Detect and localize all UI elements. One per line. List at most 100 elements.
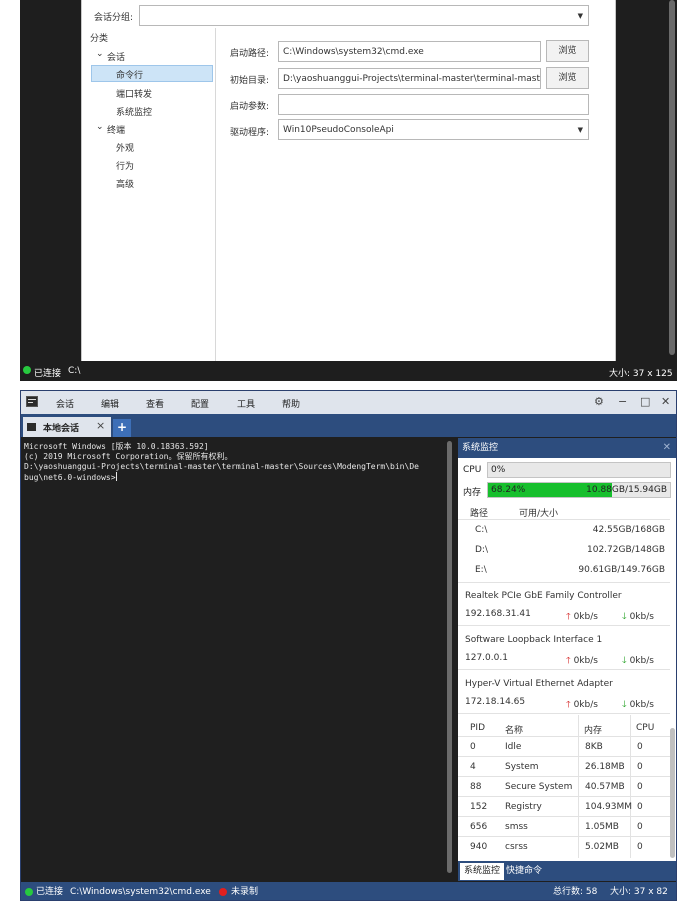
status-connected: 已连接	[36, 887, 64, 897]
proc-mem: 40.57MB	[585, 782, 625, 792]
net-name: Software Loopback Interface 1	[465, 635, 603, 645]
top-status-bar: 已连接 C:\ 大小: 37 x 125	[20, 361, 677, 381]
menu-help[interactable]: 帮助	[282, 397, 300, 410]
start-path-label: 启动路径:	[230, 49, 270, 59]
menu-edit[interactable]: 编辑	[101, 397, 119, 410]
net-down-value: 0kb/s	[629, 700, 654, 710]
settings-screenshot: 会话分组: ▼ 分类 ⌄ 会话 命令行 端口转发 系统监控 ⌄ 终端 外观 行为…	[20, 0, 677, 381]
status-recording[interactable]: 未录制	[231, 882, 258, 900]
proc-pid: 4	[470, 762, 476, 772]
proc-name: Secure System	[505, 782, 573, 792]
menu-tools[interactable]: 工具	[237, 397, 255, 410]
close-icon[interactable]: ✕	[663, 438, 671, 458]
driver-label: 驱动程序:	[230, 128, 270, 138]
add-tab-button[interactable]: +	[113, 419, 131, 437]
tree-item-cmdline: 命令行	[116, 71, 144, 81]
terminal-output[interactable]: Microsoft Windows [版本 10.0.18363.592] (c)…	[21, 437, 457, 882]
proc-cpu: 0	[637, 742, 643, 752]
proc-pid: 88	[470, 782, 482, 792]
args-input[interactable]	[278, 94, 589, 115]
chevron-down-icon[interactable]: ⌄	[96, 122, 104, 132]
proc-header-mem[interactable]: 内存	[584, 723, 602, 736]
terminal-line: Microsoft Windows [版本 10.0.18363.592]	[24, 442, 209, 451]
close-icon[interactable]: ✕	[661, 395, 670, 408]
proc-header-cpu[interactable]: CPU	[636, 723, 654, 733]
group-dropdown[interactable]: ▼	[139, 5, 589, 26]
chevron-down-icon[interactable]: ⌄	[96, 49, 104, 59]
proc-name: smss	[505, 822, 528, 832]
net-name: Hyper-V Virtual Ethernet Adapter	[465, 679, 613, 689]
init-dir-input[interactable]: D:\yaoshuanggui-Projects\terminal-master…	[278, 68, 541, 89]
net-down-value: 0kb/s	[629, 612, 654, 622]
start-path-input[interactable]: C:\Windows\system32\cmd.exe	[278, 41, 541, 62]
minimize-icon[interactable]: −	[618, 395, 627, 408]
process-scrollbar[interactable]	[670, 728, 675, 858]
tree-item-session[interactable]: 会话	[107, 50, 125, 63]
mem-size: 10.88GB/15.94GB	[586, 485, 667, 495]
category-tree: 分类 ⌄ 会话 命令行 端口转发 系统监控 ⌄ 终端 外观 行为 高级	[88, 28, 216, 370]
proc-header-name[interactable]: 名称	[505, 723, 523, 736]
arrow-up-icon: 🡑	[566, 656, 571, 666]
monitor-title: 系统监控	[462, 443, 499, 453]
arrow-down-icon: 🡓	[622, 700, 627, 710]
net-down: 🡓 0kb/s	[622, 697, 654, 713]
terminal-line: bug\net6.0-windows>	[24, 472, 454, 483]
proc-cpu: 0	[637, 842, 643, 852]
proc-pid: 940	[470, 842, 488, 852]
main-window: 会话 编辑 查看 配置 工具 帮助 ⚙ − □ ✕ 本地会话 × + Micro…	[20, 390, 677, 901]
tab-close-icon[interactable]: ×	[96, 419, 105, 432]
proc-pid: 0	[470, 742, 476, 752]
menu-session[interactable]: 会话	[56, 397, 74, 410]
proc-name: System	[505, 762, 539, 772]
tree-item-cmdline-selected[interactable]: 命令行	[91, 65, 213, 82]
group-label: 会话分组:	[94, 13, 134, 23]
mem-bar: 68.24% 10.88GB/15.94GB	[487, 482, 671, 498]
app-icon	[26, 396, 38, 407]
status-size: 大小: 37 x 82	[610, 887, 668, 897]
menu-bar: 会话 编辑 查看 配置 工具 帮助 ⚙ − □ ✕	[21, 391, 676, 414]
net-up: 🡑 0kb/s	[566, 609, 598, 625]
proc-name: Registry	[505, 802, 542, 812]
settings-icon[interactable]: ⚙	[594, 395, 604, 408]
disk-path: D:\	[475, 545, 488, 555]
driver-dropdown[interactable]: Win10PseudoConsoleApi ▼	[278, 119, 589, 140]
menu-config[interactable]: 配置	[191, 397, 209, 410]
browse-init-dir-button[interactable]: 浏览	[546, 67, 589, 89]
tab-bar: 本地会话 × +	[21, 414, 676, 437]
net-ip: 192.168.31.41	[465, 609, 531, 619]
terminal-line: D:\yaoshuanggui-Projects\terminal-master…	[24, 462, 419, 471]
maximize-icon[interactable]: □	[640, 395, 650, 408]
net-up-value: 0kb/s	[573, 700, 598, 710]
net-name: Realtek PCIe GbE Family Controller	[465, 591, 622, 601]
proc-header-pid[interactable]: PID	[470, 723, 485, 733]
tree-item-appearance[interactable]: 外观	[116, 141, 134, 154]
tree-item-port-forward[interactable]: 端口转发	[116, 87, 152, 100]
disk-size: 102.72GB/148GB	[587, 545, 665, 555]
arrow-down-icon: 🡓	[622, 612, 627, 622]
terminal-scrollbar[interactable]	[669, 0, 675, 355]
net-ip: 172.18.14.65	[465, 697, 526, 707]
tab-system-monitor[interactable]: 系统监控	[460, 863, 505, 880]
tab-quick-commands[interactable]: 快捷命令	[502, 863, 546, 880]
tree-item-advanced[interactable]: 高级	[116, 177, 134, 190]
browse-start-path-button[interactable]: 浏览	[546, 40, 589, 62]
cpu-value: 0%	[491, 465, 506, 475]
status-bar: 已连接 C:\Windows\system32\cmd.exe 未录制 总行数:…	[21, 882, 676, 900]
connected-dot-icon	[23, 366, 31, 374]
net-up: 🡑 0kb/s	[566, 653, 598, 669]
tab-local-session[interactable]: 本地会话 ×	[23, 417, 111, 437]
monitor-tabs: 系统监控 快捷命令	[458, 861, 676, 881]
tree-item-terminal[interactable]: 终端	[107, 123, 125, 136]
disk-size: 42.55GB/168GB	[592, 525, 665, 535]
proc-pid: 152	[470, 802, 488, 812]
connected-dot-icon	[25, 888, 33, 896]
terminal-scrollbar[interactable]	[447, 441, 452, 873]
proc-cpu: 0	[637, 762, 643, 772]
init-dir-label: 初始目录:	[230, 76, 270, 86]
proc-mem: 1.05MB	[585, 822, 619, 832]
tree-item-sys-monitor[interactable]: 系统监控	[116, 105, 152, 118]
menu-view[interactable]: 查看	[146, 397, 164, 410]
proc-mem: 5.02MB	[585, 842, 619, 852]
mem-value: 68.24%	[491, 485, 526, 495]
tree-item-behavior[interactable]: 行为	[116, 159, 134, 172]
